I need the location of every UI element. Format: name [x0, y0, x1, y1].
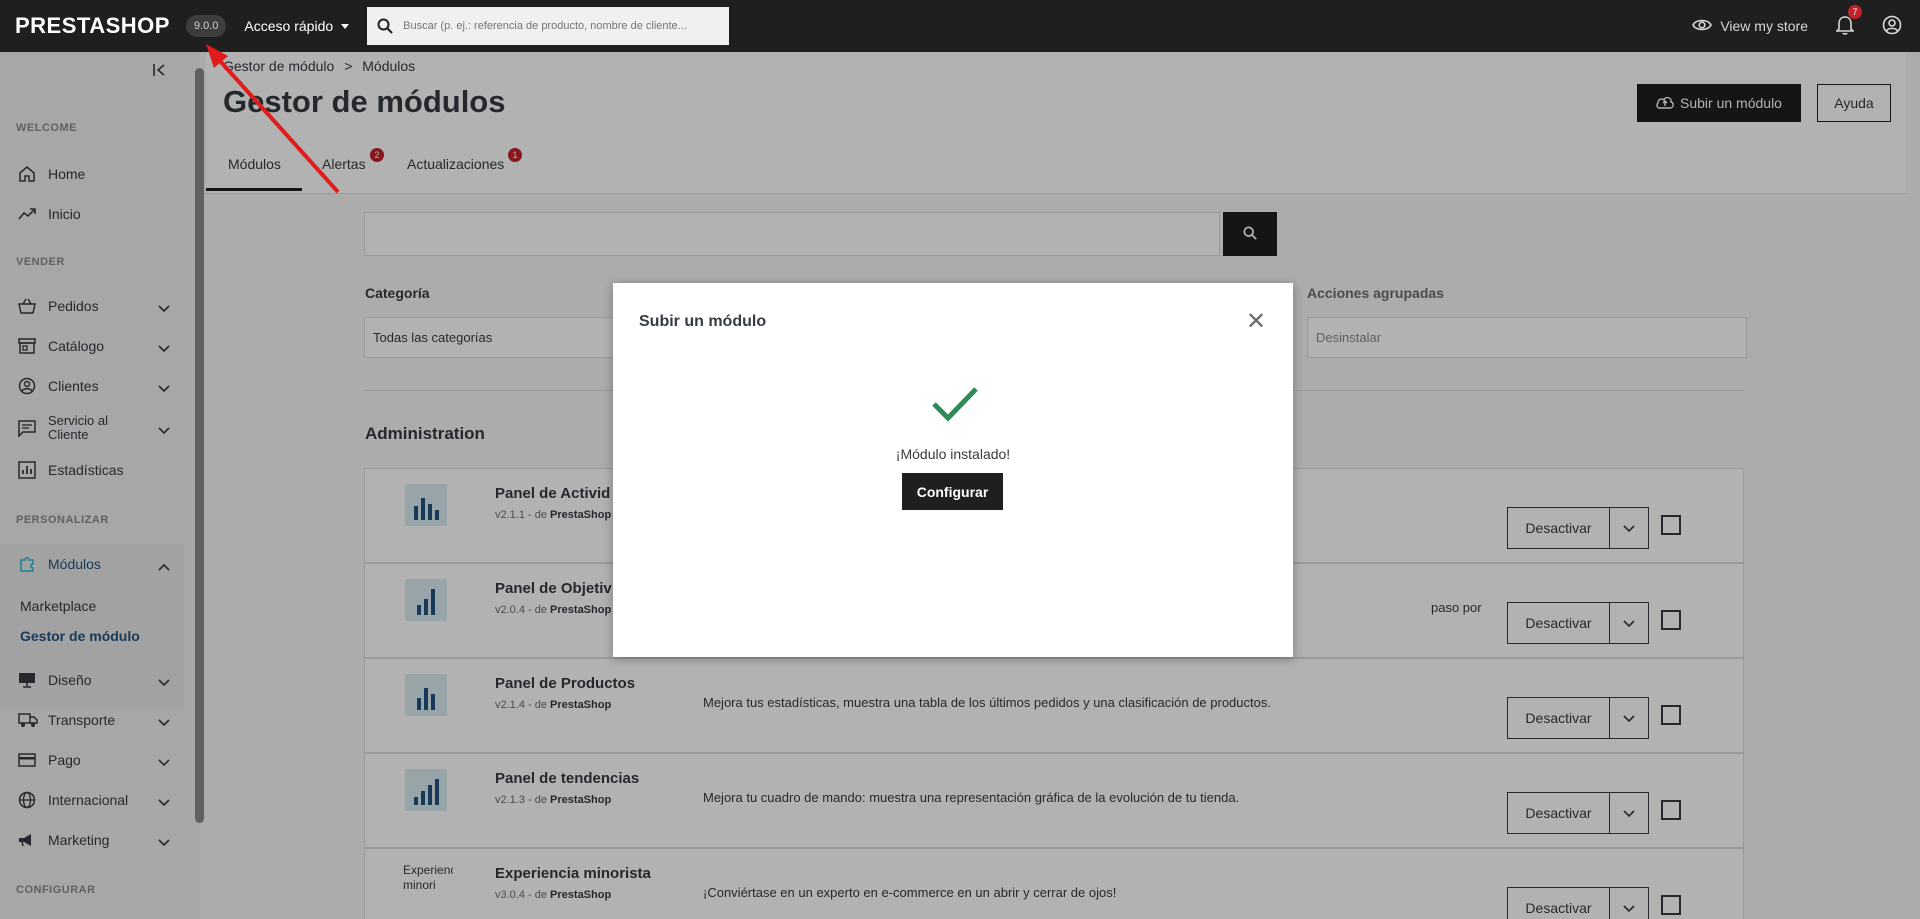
version-badge: 9.0.0 [185, 15, 227, 37]
close-icon[interactable]: ✕ [1246, 307, 1266, 336]
prestashop-logo[interactable]: PRESTASHOP [15, 13, 170, 39]
user-circle-icon [1882, 15, 1902, 38]
configure-button[interactable]: Configurar [902, 473, 1003, 510]
search-icon [367, 18, 403, 34]
caret-down-icon [341, 23, 350, 29]
upload-module-modal: Subir un módulo ✕ ¡Módulo instalado! Con… [613, 283, 1293, 657]
notifications-count-badge: 7 [1847, 3, 1863, 20]
top-right-actions: View my store 7 [1692, 0, 1902, 52]
quick-access-dropdown[interactable]: Acceso rápido [244, 18, 350, 34]
module-installed-message: ¡Módulo instalado! [895, 446, 1011, 462]
eye-icon [1692, 18, 1713, 35]
top-bar: PRESTASHOP 9.0.0 Acceso rápido View my s… [0, 0, 1920, 52]
notifications-button[interactable]: 7 [1835, 3, 1863, 38]
view-store-label: View my store [1720, 18, 1808, 34]
quick-access-label: Acceso rápido [244, 18, 334, 34]
checkmark-icon [931, 386, 979, 425]
bell-icon [1835, 15, 1855, 38]
view-store-link[interactable]: View my store [1692, 18, 1808, 35]
modal-title: Subir un módulo [639, 313, 767, 330]
global-search[interactable] [367, 7, 730, 45]
user-account-button[interactable] [1882, 15, 1902, 38]
global-search-input[interactable] [403, 20, 714, 32]
